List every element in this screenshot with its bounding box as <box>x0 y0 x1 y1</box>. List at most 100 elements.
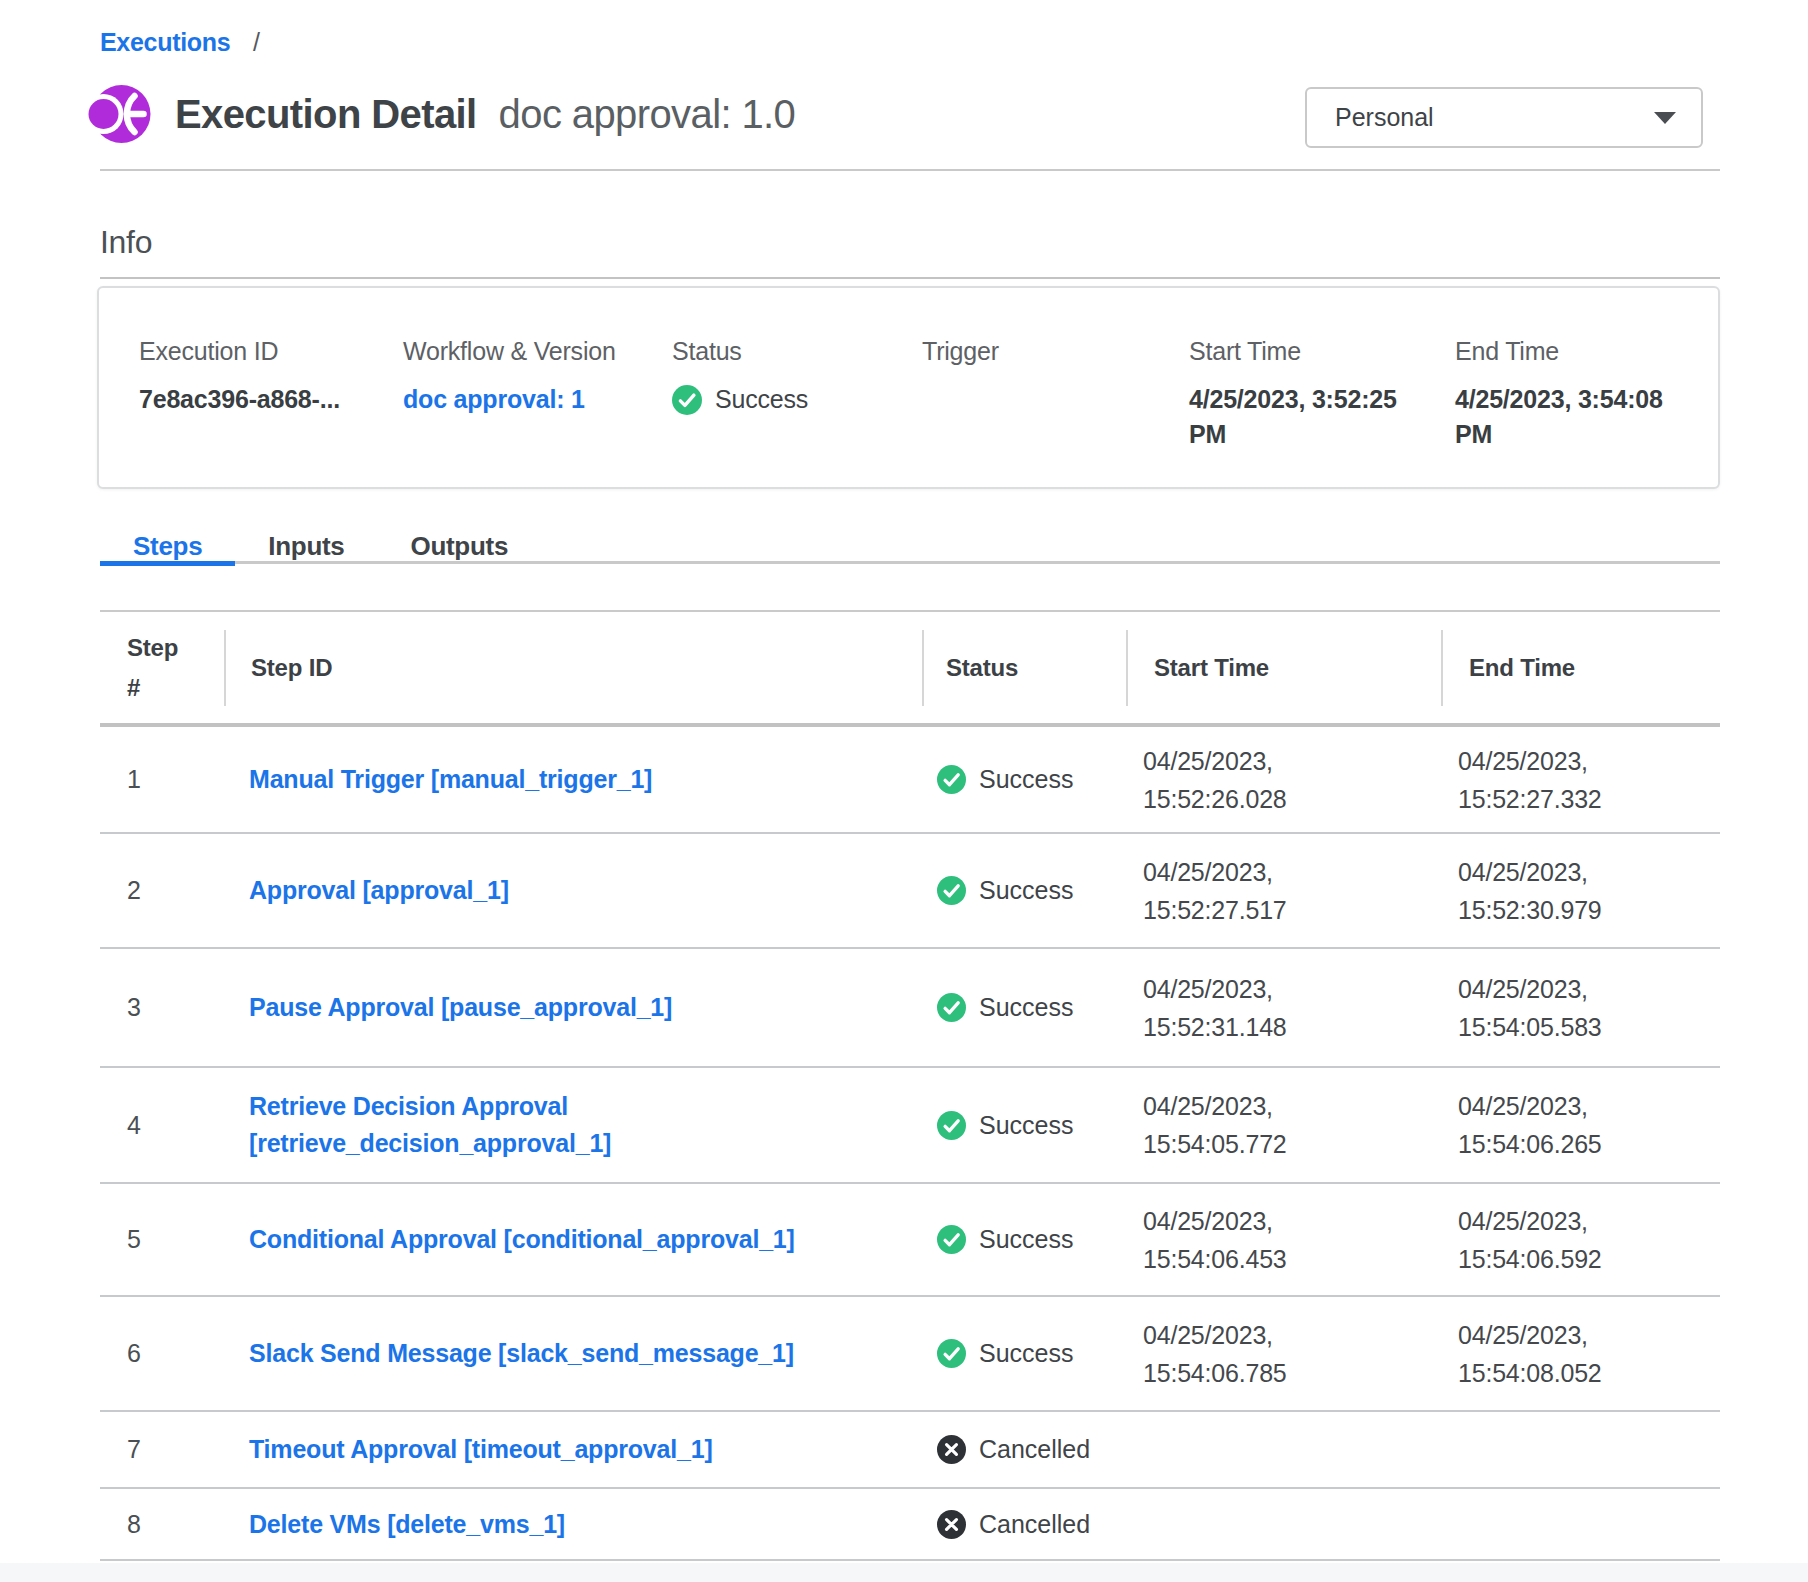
step-status: Cancelled <box>922 1510 1126 1539</box>
step-number: 1 <box>100 765 224 794</box>
step-id-link[interactable]: Timeout Approval [timeout_approval_1] <box>224 1431 922 1468</box>
success-icon <box>937 765 966 794</box>
step-row-1: 1Manual Trigger [manual_trigger_1] Succes… <box>100 727 1720 834</box>
step-status: Success <box>922 1111 1126 1140</box>
scope-selector-value: Personal <box>1335 103 1434 132</box>
page-bottom-strip <box>0 1563 1808 1582</box>
step-number: 5 <box>100 1225 224 1254</box>
step-status-text: Success <box>979 1339 1073 1368</box>
step-status-text: Success <box>979 765 1073 794</box>
step-end-time: 04/25/2023,15:54:06.265 <box>1441 1087 1720 1163</box>
info-field-value: 7e8ac396-a868-... <box>139 382 377 417</box>
success-icon <box>937 993 966 1022</box>
page-subtitle: doc approval: 1.0 <box>499 92 796 137</box>
step-status: Cancelled <box>922 1435 1126 1464</box>
step-id-link[interactable]: Slack Send Message [slack_send_message_1… <box>224 1335 922 1372</box>
step-row-4: 4Retrieve Decision Approval [retrieve_de… <box>100 1068 1720 1184</box>
info-field-status: Status Success <box>672 337 922 487</box>
execution-detail-page: Executions / Execution Detail doc approv… <box>0 0 1808 1582</box>
info-divider <box>100 277 1720 279</box>
step-start-time: 04/25/2023,15:54:06.785 <box>1126 1316 1441 1392</box>
step-row-7: 7Timeout Approval [timeout_approval_1] Ca… <box>100 1412 1720 1489</box>
scope-selector[interactable]: Personal <box>1305 87 1703 148</box>
step-id-link[interactable]: Approval [approval_1] <box>224 872 922 909</box>
info-section-heading: Info <box>100 224 152 261</box>
execution-status-value: Success <box>672 382 910 417</box>
step-status: Success <box>922 993 1126 1022</box>
step-status: Success <box>922 876 1126 905</box>
step-id-link[interactable]: Delete VMs [delete_vms_1] <box>224 1506 922 1543</box>
info-field-label: Status <box>672 337 922 366</box>
column-header-end-time: End Time <box>1441 630 1720 706</box>
chevron-down-icon <box>1654 112 1676 124</box>
step-id-link[interactable]: Conditional Approval [conditional_approv… <box>224 1221 922 1258</box>
step-end-time: 04/25/2023,15:52:27.332 <box>1441 742 1720 818</box>
step-row-3: 3Pause Approval [pause_approval_1]Succes… <box>100 949 1720 1068</box>
success-icon <box>937 1225 966 1254</box>
tab-steps[interactable]: Steps <box>100 531 235 561</box>
step-number: 8 <box>100 1510 224 1539</box>
step-number: 2 <box>100 876 224 905</box>
info-field-value: 4/25/2023, 3:54:08 PM <box>1455 382 1693 452</box>
step-end-time: 04/25/2023,15:54:05.583 <box>1441 970 1720 1046</box>
step-status-text: Success <box>979 1111 1073 1140</box>
step-number: 7 <box>100 1435 224 1464</box>
workflow-version-link[interactable]: doc approval: 1 <box>403 382 641 417</box>
success-icon <box>672 385 702 415</box>
success-icon <box>937 1111 966 1140</box>
breadcrumb: Executions / <box>100 28 260 57</box>
column-header-start-time: Start Time <box>1126 630 1441 706</box>
page-title: Execution Detail <box>175 92 477 137</box>
step-start-time: 04/25/2023,15:54:06.453 <box>1126 1202 1441 1278</box>
title-divider <box>100 169 1720 171</box>
step-row-8: 8Delete VMs [delete_vms_1] Cancelled <box>100 1489 1720 1561</box>
column-header-step-id: Step ID <box>224 630 922 706</box>
steps-table: Step #Step IDStatusStart TimeEnd Time 1M… <box>100 610 1720 1561</box>
tab-bar: StepsInputsOutputs <box>100 531 1720 564</box>
step-status-text: Success <box>979 1225 1073 1254</box>
cancelled-icon <box>937 1510 966 1539</box>
step-end-time: 04/25/2023,15:52:30.979 <box>1441 853 1720 929</box>
info-field-label: Trigger <box>922 337 1189 366</box>
breadcrumb-separator: / <box>253 28 260 56</box>
step-id-link[interactable]: Pause Approval [pause_approval_1] <box>224 989 922 1026</box>
breadcrumb-executions[interactable]: Executions <box>100 28 230 56</box>
step-status: Success <box>922 1225 1126 1254</box>
info-field-execution-id: Execution ID7e8ac396-a868-... <box>139 337 403 487</box>
step-number: 6 <box>100 1339 224 1368</box>
step-status: Success <box>922 765 1126 794</box>
step-id-link[interactable]: Manual Trigger [manual_trigger_1] <box>224 761 922 798</box>
step-status: Success <box>922 1339 1126 1368</box>
column-header-step-: Step # <box>100 630 224 706</box>
step-end-time: 04/25/2023,15:54:08.052 <box>1441 1316 1720 1392</box>
info-field-workflow-version: Workflow & Version doc approval: 1 <box>403 337 672 487</box>
workflow-icon <box>88 84 151 144</box>
execution-status-text: Success <box>715 382 808 417</box>
step-status-text: Success <box>979 993 1073 1022</box>
execution-info-card: Execution ID7e8ac396-a868-...Workflow & … <box>97 286 1720 489</box>
step-number: 4 <box>100 1111 224 1140</box>
success-icon <box>937 1339 966 1368</box>
step-start-time: 04/25/2023,15:54:05.772 <box>1126 1087 1441 1163</box>
step-status-text: Cancelled <box>979 1435 1090 1464</box>
info-field-trigger: Trigger <box>922 337 1189 487</box>
step-start-time: 04/25/2023,15:52:31.148 <box>1126 970 1441 1046</box>
success-icon <box>937 876 966 905</box>
step-id-link[interactable]: Retrieve Decision Approval [retrieve_dec… <box>224 1088 922 1162</box>
tab-outputs[interactable]: Outputs <box>378 531 542 561</box>
step-status-text: Success <box>979 876 1073 905</box>
cancelled-icon <box>937 1435 966 1464</box>
step-row-5: 5Conditional Approval [conditional_appro… <box>100 1184 1720 1297</box>
info-field-start-time: Start Time4/25/2023, 3:52:25 PM <box>1189 337 1455 487</box>
step-status-text: Cancelled <box>979 1510 1090 1539</box>
column-header-status: Status <box>922 630 1126 706</box>
title-row: Execution Detail doc approval: 1.0 <box>88 84 795 144</box>
info-field-label: Workflow & Version <box>403 337 672 366</box>
step-start-time: 04/25/2023,15:52:26.028 <box>1126 742 1441 818</box>
step-row-2: 2Approval [approval_1] Success 04/25/2023,… <box>100 834 1720 949</box>
step-start-time: 04/25/2023,15:52:27.517 <box>1126 853 1441 929</box>
info-field-label: Start Time <box>1189 337 1455 366</box>
tab-inputs[interactable]: Inputs <box>235 531 377 561</box>
step-row-6: 6Slack Send Message [slack_send_message_… <box>100 1297 1720 1412</box>
info-field-end-time: End Time4/25/2023, 3:54:08 PM <box>1455 337 1695 487</box>
